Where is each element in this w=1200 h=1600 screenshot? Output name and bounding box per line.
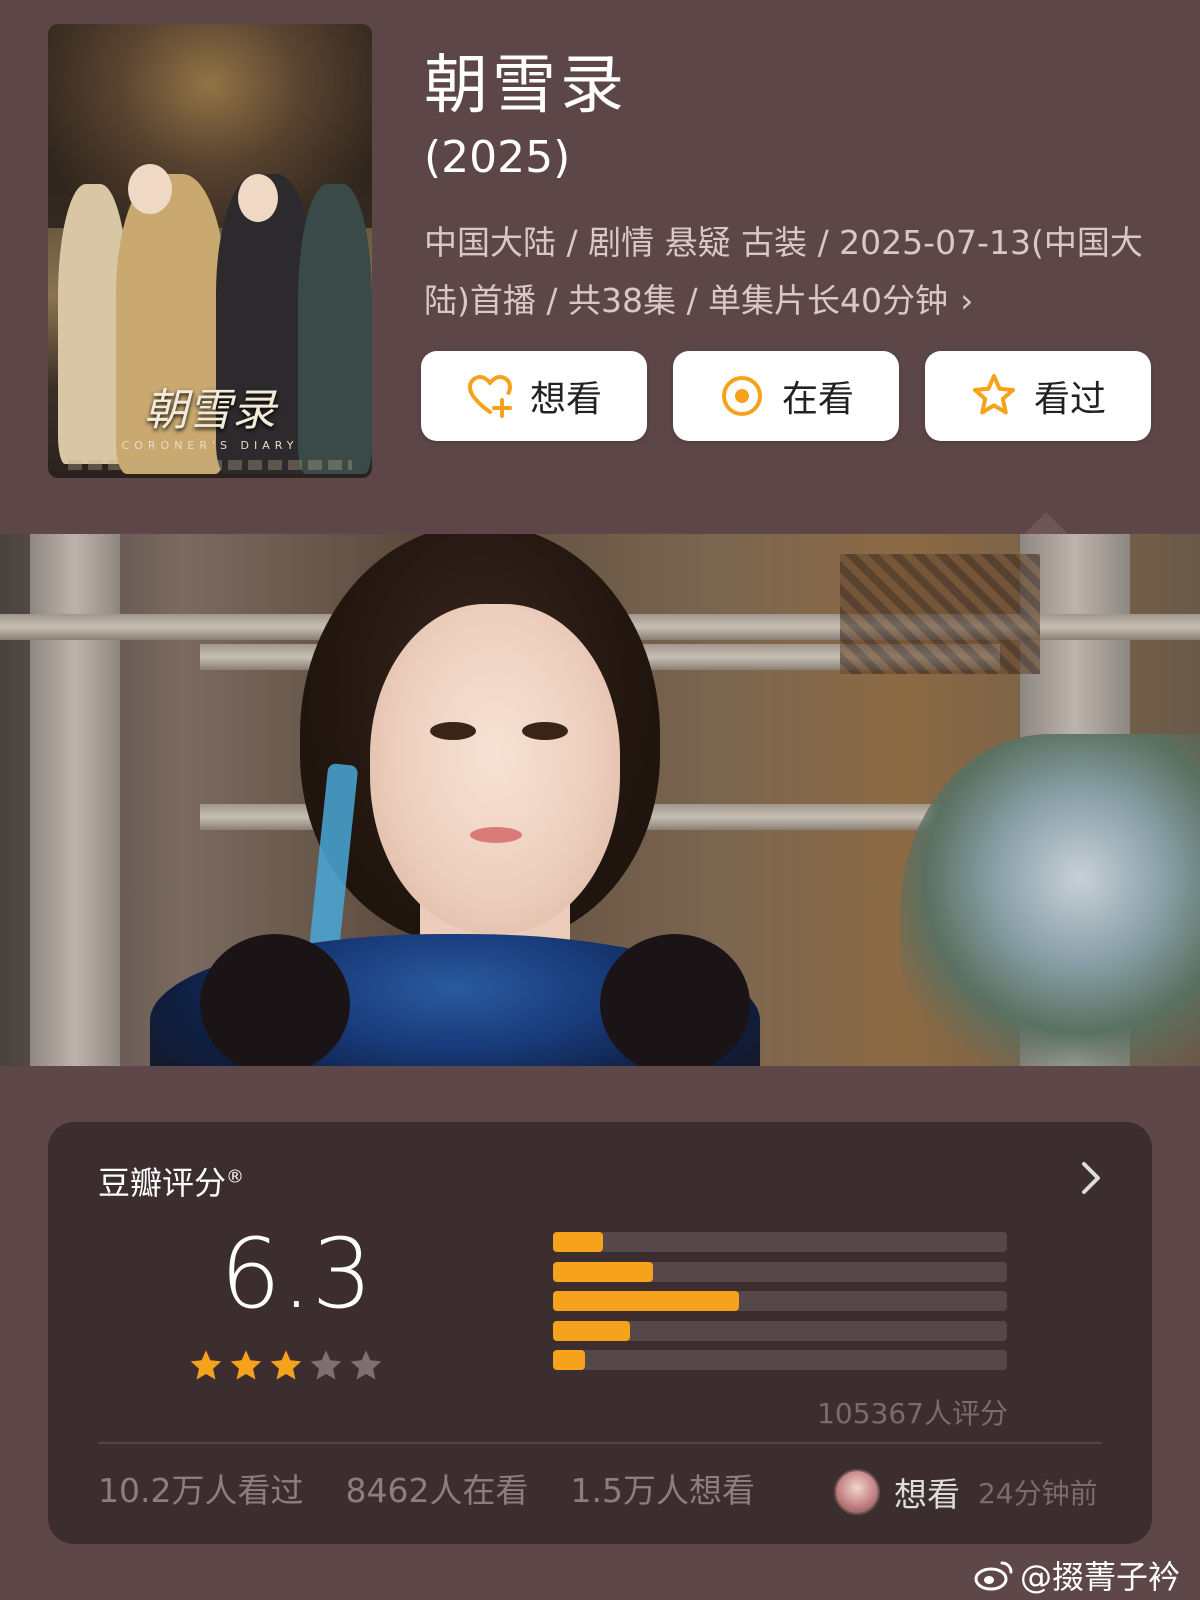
distribution-bar-track bbox=[553, 1291, 1007, 1311]
watching-count[interactable]: 8462人在看 bbox=[345, 1464, 528, 1512]
distribution-bar-3 bbox=[553, 1291, 739, 1311]
person-lips bbox=[470, 827, 522, 843]
rating-card[interactable]: 豆瓣评分® 6.3 105367人评分 10.2万人看过 8462人在看 1.5… bbox=[48, 1122, 1152, 1544]
want-count[interactable]: 1.5万人想看 bbox=[570, 1464, 754, 1512]
watched-count[interactable]: 10.2万人看过 bbox=[98, 1464, 303, 1512]
rating-score: 6.3 bbox=[220, 1218, 373, 1330]
distribution-bar-4 bbox=[553, 1261, 653, 1282]
person-eye bbox=[522, 722, 568, 740]
friend-activity[interactable]: 想看 24分钟前 bbox=[834, 1468, 1098, 1516]
rating-stars bbox=[188, 1348, 384, 1384]
header: 朝雪录 CORONER'S DIARY 朝雪录 (2025) 中国大陆 / 剧情… bbox=[0, 0, 1200, 532]
fur-collar bbox=[600, 934, 750, 1066]
activity-time: 24分钟前 bbox=[978, 1477, 1098, 1510]
show-meta[interactable]: 中国大陆 / 剧情 悬疑 古装 / 2025-07-13(中国大陆)首播 / 共… bbox=[424, 214, 1154, 330]
rating-heading-text: 豆瓣评分 bbox=[98, 1164, 227, 1202]
rating-heading: 豆瓣评分® bbox=[98, 1158, 244, 1204]
divider bbox=[98, 1442, 1102, 1444]
poster-image[interactable]: 朝雪录 CORONER'S DIARY bbox=[48, 24, 372, 478]
watched-label: 看过 bbox=[1033, 379, 1106, 420]
distribution-bar-track bbox=[553, 1320, 1007, 1341]
plant bbox=[900, 734, 1200, 1066]
rating-count: 105367人评分 bbox=[817, 1397, 1008, 1430]
episode-still-image[interactable] bbox=[0, 534, 1200, 1066]
distribution-bar-track bbox=[553, 1350, 1007, 1370]
show-title: 朝雪录 bbox=[424, 49, 628, 123]
poster-title-art: 朝雪录 bbox=[144, 385, 276, 436]
distribution-bar-track bbox=[553, 1261, 1007, 1282]
activity-action: 想看 bbox=[894, 1475, 960, 1514]
distribution-bar-track bbox=[553, 1232, 1007, 1252]
want-to-watch-button[interactable]: 想看 bbox=[421, 351, 647, 441]
show-year: (2025) bbox=[424, 132, 571, 183]
star-empty-icon bbox=[310, 1350, 342, 1380]
star-outline-icon bbox=[972, 374, 1015, 415]
poster-figure bbox=[238, 174, 278, 222]
distribution-bar-2 bbox=[553, 1320, 630, 1341]
poster-credits bbox=[68, 460, 352, 470]
target-icon bbox=[721, 376, 762, 416]
fur-collar bbox=[200, 934, 350, 1066]
watched-button[interactable]: 看过 bbox=[925, 351, 1151, 441]
watermark: @掇菁子衿 bbox=[974, 1552, 1180, 1598]
poster-figure bbox=[128, 164, 172, 214]
caret-pointer bbox=[1024, 512, 1068, 534]
watching-button[interactable]: 在看 bbox=[673, 351, 899, 441]
want-to-watch-label: 想看 bbox=[529, 379, 602, 420]
distribution-bar-5 bbox=[553, 1232, 603, 1252]
watermark-text: @掇菁子衿 bbox=[1019, 1558, 1180, 1596]
weibo-icon bbox=[974, 1561, 1013, 1591]
watch-stats: 10.2万人看过 8462人在看 1.5万人想看 bbox=[98, 1464, 755, 1512]
person-face bbox=[370, 604, 620, 934]
chevron-right-icon: › bbox=[960, 281, 974, 320]
lattice-window bbox=[840, 554, 1040, 674]
registered-mark: ® bbox=[226, 1166, 245, 1188]
show-meta-text: 中国大陆 / 剧情 悬疑 古装 / 2025-07-13(中国大陆)首播 / 共… bbox=[424, 223, 1143, 320]
star-filled-icon bbox=[270, 1350, 302, 1380]
avatar[interactable] bbox=[834, 1469, 880, 1515]
person-eye bbox=[430, 722, 476, 740]
distribution-bar-1 bbox=[553, 1350, 585, 1370]
poster-subtitle-art: CORONER'S DIARY bbox=[121, 439, 299, 452]
star-filled-icon bbox=[190, 1350, 222, 1380]
watching-label: 在看 bbox=[781, 379, 854, 420]
chevron-right-icon[interactable] bbox=[1076, 1160, 1106, 1196]
star-empty-icon bbox=[350, 1350, 382, 1380]
heart-plus-icon bbox=[467, 375, 512, 418]
star-filled-icon bbox=[230, 1350, 262, 1380]
